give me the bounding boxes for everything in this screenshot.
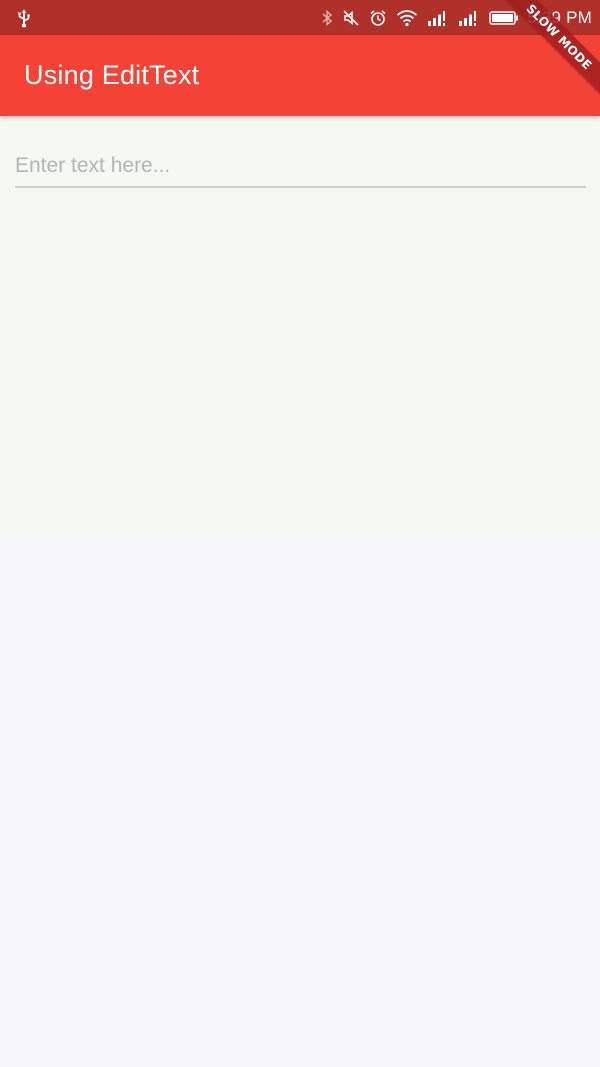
app-bar: Using EditText [0,35,600,116]
edit-text-input[interactable] [15,152,586,188]
empty-background-area [0,534,600,1067]
usb-icon [16,8,32,28]
battery-icon [489,8,519,28]
signal-r-icon [458,8,480,28]
alarm-icon [369,8,387,28]
app-title: Using EditText [24,60,200,90]
bluetooth-icon [321,8,333,28]
status-left-group [16,0,32,35]
app-screen: 5:39 PM Using EditText SLOW MODE [0,0,600,1067]
signal-icon [427,8,449,28]
status-right-group: 5:39 PM [312,0,592,35]
content-panel [0,116,600,534]
status-clock: 5:39 PM [527,7,592,27]
status-bar: 5:39 PM [0,0,600,35]
wifi-icon [396,8,418,28]
mute-icon [342,8,360,28]
